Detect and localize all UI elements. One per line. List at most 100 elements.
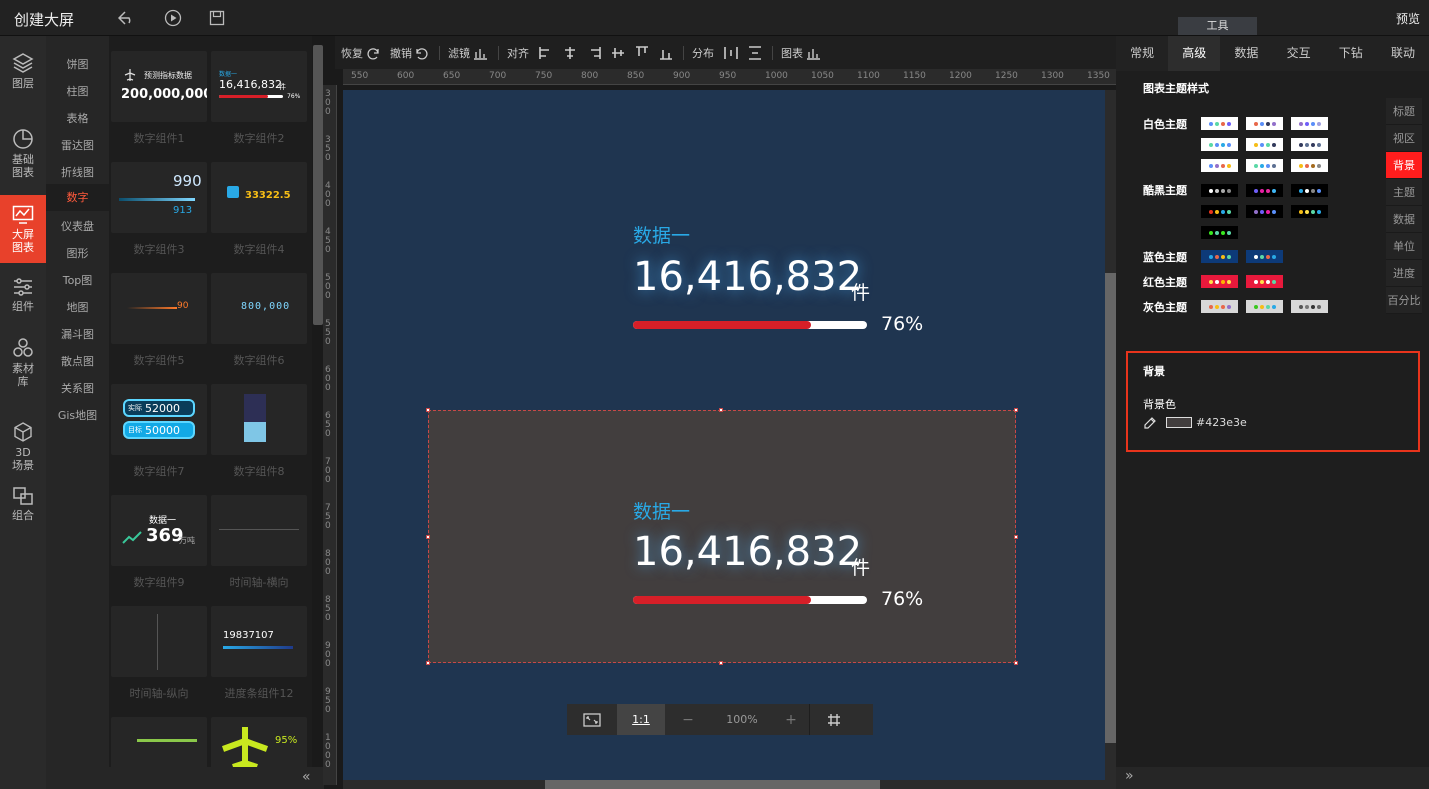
category-item[interactable]: 地图 <box>46 299 109 315</box>
theme-swatch[interactable] <box>1291 138 1328 151</box>
side-tab-theme[interactable]: 主题 <box>1386 179 1422 206</box>
side-tab-title[interactable]: 标题 <box>1386 98 1422 125</box>
background-color-swatch[interactable] <box>1166 417 1192 428</box>
category-item[interactable]: 饼图 <box>46 56 109 72</box>
category-item[interactable]: 折线图 <box>46 164 109 180</box>
grid-icon[interactable] <box>809 704 857 735</box>
component-card[interactable]: 800,000 数字组件6 <box>211 273 307 368</box>
distribute-button[interactable]: 分布 <box>692 45 714 61</box>
side-tab-data[interactable]: 数据 <box>1386 206 1422 233</box>
tab-general[interactable]: 常规 <box>1116 36 1168 71</box>
eyedropper-icon[interactable] <box>1143 416 1157 433</box>
side-tab-unit[interactable]: 单位 <box>1386 233 1422 260</box>
actual-size-button[interactable]: 1:1 <box>617 704 665 735</box>
component-scrollbar[interactable] <box>313 45 323 325</box>
theme-swatch[interactable] <box>1201 205 1238 218</box>
theme-swatch[interactable] <box>1246 205 1283 218</box>
theme-swatch[interactable] <box>1291 117 1328 130</box>
theme-swatch[interactable] <box>1201 138 1238 151</box>
side-tab-viewport[interactable]: 视区 <box>1386 125 1422 152</box>
theme-swatch[interactable] <box>1291 184 1328 197</box>
align-top-icon[interactable] <box>635 45 649 60</box>
theme-swatch[interactable] <box>1291 159 1328 172</box>
resize-handle[interactable] <box>719 661 723 665</box>
nav-item-components[interactable]: 组件 <box>0 277 46 317</box>
category-item[interactable]: 柱图 <box>46 83 109 99</box>
category-item[interactable]: 仪表盘 <box>46 218 109 234</box>
align-button[interactable]: 对齐 <box>507 45 529 61</box>
collapse-left-icon[interactable]: « <box>302 769 311 785</box>
distribute-h-icon[interactable] <box>724 46 738 60</box>
tab-data[interactable]: 数据 <box>1220 36 1272 71</box>
filter-button[interactable]: 滤镜 <box>448 45 488 61</box>
tab-drilldown[interactable]: 下钻 <box>1325 36 1377 71</box>
theme-swatch[interactable] <box>1246 184 1283 197</box>
nav-item-layers[interactable]: 图层 <box>0 52 46 98</box>
component-card[interactable]: 990 913 数字组件3 <box>111 162 207 257</box>
theme-swatch[interactable] <box>1201 117 1238 130</box>
theme-swatch[interactable] <box>1246 159 1283 172</box>
align-right-icon[interactable] <box>587 46 601 60</box>
component-card[interactable]: 90 数字组件5 <box>111 273 207 368</box>
collapse-right-icon[interactable]: » <box>1125 768 1134 784</box>
nav-item-basic-charts[interactable]: 基础图表 <box>0 128 46 180</box>
resize-handle[interactable] <box>719 408 723 412</box>
undo-button[interactable]: 撤销 <box>390 45 429 61</box>
fit-screen-icon[interactable] <box>567 704 617 735</box>
tab-linkage[interactable]: 联动 <box>1377 36 1429 71</box>
resize-handle[interactable] <box>426 535 430 539</box>
background-color-value[interactable]: #423e3e <box>1196 416 1247 429</box>
align-center-h-icon[interactable] <box>563 46 577 60</box>
component-card[interactable]: 95% <box>211 717 307 767</box>
category-item[interactable]: 表格 <box>46 110 109 126</box>
theme-swatch[interactable] <box>1291 300 1328 313</box>
component-card[interactable]: 数据一 369 万吨 数字组件9 <box>111 495 207 590</box>
component-card[interactable]: 时间轴-横向 <box>211 495 307 590</box>
nav-item-big-screen-charts[interactable]: 大屏图表 <box>0 195 46 263</box>
component-card[interactable]: 33322.5 数字组件4 <box>211 162 307 257</box>
canvas-vertical-scroll-thumb[interactable] <box>1105 273 1116 743</box>
chart-button[interactable]: 图表 <box>781 45 821 61</box>
theme-swatch[interactable] <box>1246 117 1283 130</box>
theme-swatch[interactable] <box>1201 250 1238 263</box>
tab-advanced[interactable]: 高级 <box>1168 36 1221 71</box>
side-tab-background[interactable]: 背景 <box>1386 152 1422 179</box>
canvas-horizontal-scroll-thumb[interactable] <box>545 780 880 789</box>
redo-button[interactable]: 恢复 <box>341 45 380 61</box>
component-card[interactable]: 实际 52000 目标 50000 数字组件7 <box>111 384 207 479</box>
align-middle-icon[interactable] <box>611 46 625 60</box>
component-card[interactable]: 数据一 16,416,832 件 76% 数字组件2 <box>211 51 307 146</box>
theme-swatch[interactable] <box>1201 300 1238 313</box>
category-item[interactable]: 漏斗图 <box>46 326 109 342</box>
component-card[interactable]: 19837107 进度条组件12 <box>211 606 307 701</box>
nav-item-material-library[interactable]: 素材库 <box>0 337 46 389</box>
theme-swatch[interactable] <box>1201 184 1238 197</box>
side-tab-progress[interactable]: 进度 <box>1386 260 1422 287</box>
nav-item-group[interactable]: 组合 <box>0 486 46 526</box>
category-item[interactable]: 散点图 <box>46 353 109 369</box>
resize-handle[interactable] <box>1014 661 1018 665</box>
theme-swatch[interactable] <box>1246 138 1283 151</box>
zoom-out-button[interactable]: − <box>665 704 711 735</box>
theme-swatch[interactable] <box>1246 275 1283 288</box>
tab-interaction[interactable]: 交互 <box>1273 36 1325 71</box>
zoom-in-button[interactable]: + <box>773 704 809 735</box>
save-icon[interactable] <box>207 8 227 28</box>
theme-swatch[interactable] <box>1201 226 1238 239</box>
align-left-icon[interactable] <box>539 46 553 60</box>
theme-swatch[interactable] <box>1291 205 1328 218</box>
resize-handle[interactable] <box>426 408 430 412</box>
resize-handle[interactable] <box>426 661 430 665</box>
component-card[interactable]: 数字组件8 <box>211 384 307 479</box>
nav-item-3d-scene[interactable]: 3D场景 <box>0 421 46 472</box>
side-tab-percent[interactable]: 百分比 <box>1386 287 1422 314</box>
component-card[interactable] <box>111 717 207 767</box>
resize-handle[interactable] <box>1014 408 1018 412</box>
theme-swatch[interactable] <box>1246 250 1283 263</box>
align-bottom-icon[interactable] <box>659 46 673 60</box>
theme-swatch[interactable] <box>1246 300 1283 313</box>
category-item[interactable]: 雷达图 <box>46 137 109 153</box>
category-item[interactable]: Top图 <box>46 272 109 288</box>
theme-swatch[interactable] <box>1201 275 1238 288</box>
category-item[interactable]: 关系图 <box>46 380 109 396</box>
